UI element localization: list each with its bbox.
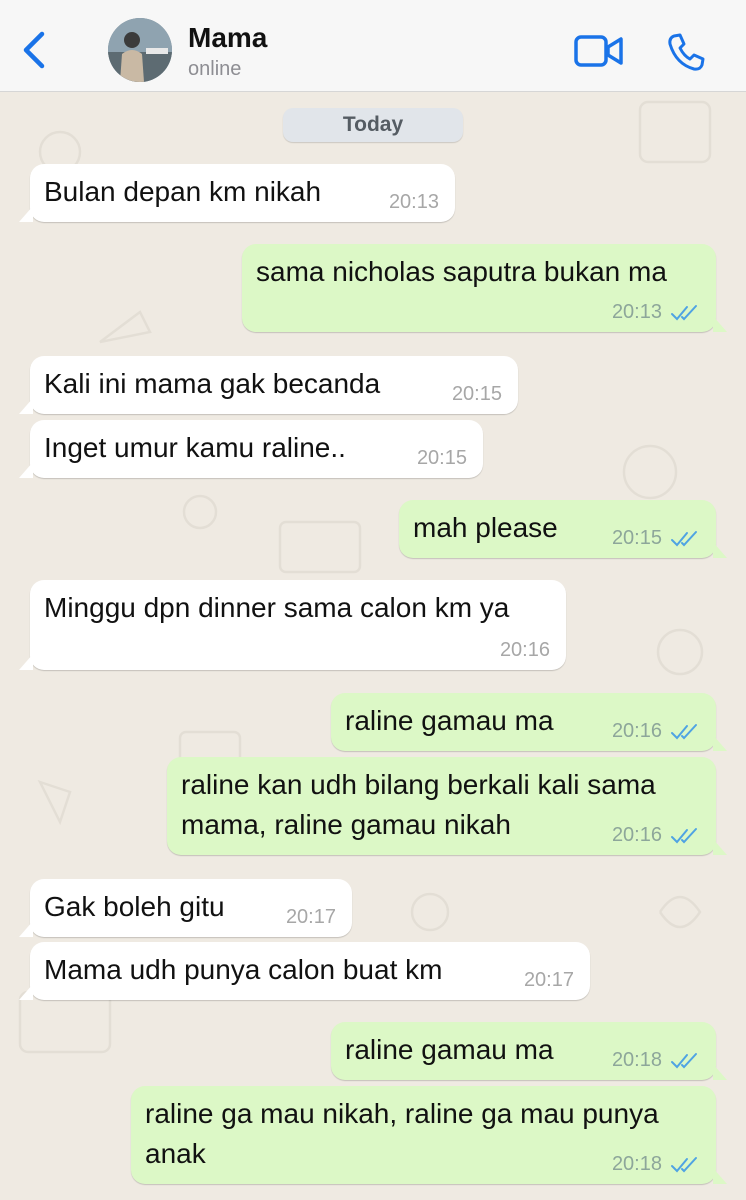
message-outgoing[interactable]: raline gamau ma 20:18	[331, 1022, 727, 1080]
chat-header: Mama online	[0, 0, 746, 92]
message-outgoing[interactable]: raline kan udh bilang berkali kali sama …	[167, 757, 727, 855]
message-incoming[interactable]: Inget umur kamu raline.. 20:15	[19, 420, 483, 478]
message-text-line-2: mama, raline gamau nikah	[181, 809, 511, 840]
read-receipt-icon	[671, 305, 697, 321]
message-text: Bulan depan km nikah	[44, 176, 322, 207]
message-incoming[interactable]: Gak boleh gitu 20:17	[19, 879, 352, 937]
video-camera-icon[interactable]	[574, 34, 624, 68]
message-text: mah please	[413, 512, 558, 543]
message-time: 20:15	[416, 447, 467, 469]
message-incoming[interactable]: Kali ini mama gak becanda 20:15	[19, 356, 518, 414]
message-time: 20:18	[611, 1049, 662, 1071]
message-time: 20:16	[611, 824, 662, 846]
message-text: raline gamau ma	[345, 1034, 554, 1065]
message-incoming[interactable]: Mama udh punya calon buat km 20:17	[19, 942, 590, 1000]
date-separator: Today	[283, 108, 463, 142]
read-receipt-icon	[671, 531, 697, 547]
message-time: 20:18	[611, 1153, 662, 1175]
message-time: 20:15	[611, 527, 662, 549]
contact-status: online	[188, 58, 242, 80]
read-receipt-icon	[671, 1157, 697, 1173]
read-receipt-icon	[671, 1053, 697, 1069]
message-outgoing[interactable]: raline gamau ma 20:16	[331, 693, 727, 751]
message-time: 20:13	[388, 191, 439, 213]
read-receipt-icon	[671, 828, 697, 844]
message-text-line-1: raline ga mau nikah, raline ga mau punya	[145, 1098, 659, 1129]
message-time: 20:15	[451, 383, 502, 405]
avatar-photo-icon	[108, 18, 172, 82]
chevron-left-icon[interactable]	[18, 30, 52, 70]
message-text: Gak boleh gitu	[44, 891, 225, 922]
message-incoming[interactable]: Bulan depan km nikah 20:13	[19, 164, 455, 222]
message-text: Kali ini mama gak becanda	[44, 368, 381, 399]
message-text: sama nicholas saputra bukan ma	[256, 256, 667, 287]
contact-name[interactable]: Mama	[188, 22, 267, 54]
message-time: 20:16	[611, 720, 662, 742]
message-time: 20:16	[499, 639, 550, 661]
message-time: 20:13	[611, 301, 662, 323]
message-incoming[interactable]: Minggu dpn dinner sama calon km ya 20:16	[19, 580, 566, 670]
message-text: Minggu dpn dinner sama calon km ya	[44, 592, 510, 623]
message-time: 20:17	[285, 906, 336, 928]
message-text: Mama udh punya calon buat km	[44, 954, 443, 985]
message-text-line-2: anak	[145, 1138, 206, 1169]
avatar[interactable]	[108, 18, 172, 82]
message-text: raline gamau ma	[345, 705, 554, 736]
message-time: 20:17	[523, 969, 574, 991]
message-outgoing[interactable]: raline ga mau nikah, raline ga mau punya…	[131, 1086, 727, 1184]
message-text: Inget umur kamu raline..	[44, 432, 346, 463]
message-outgoing[interactable]: mah please 20:15	[399, 500, 727, 558]
read-receipt-icon	[671, 724, 697, 740]
phone-icon[interactable]	[666, 32, 706, 72]
message-outgoing[interactable]: sama nicholas saputra bukan ma 20:13	[242, 244, 727, 332]
message-text-line-1: raline kan udh bilang berkali kali sama	[181, 769, 656, 800]
